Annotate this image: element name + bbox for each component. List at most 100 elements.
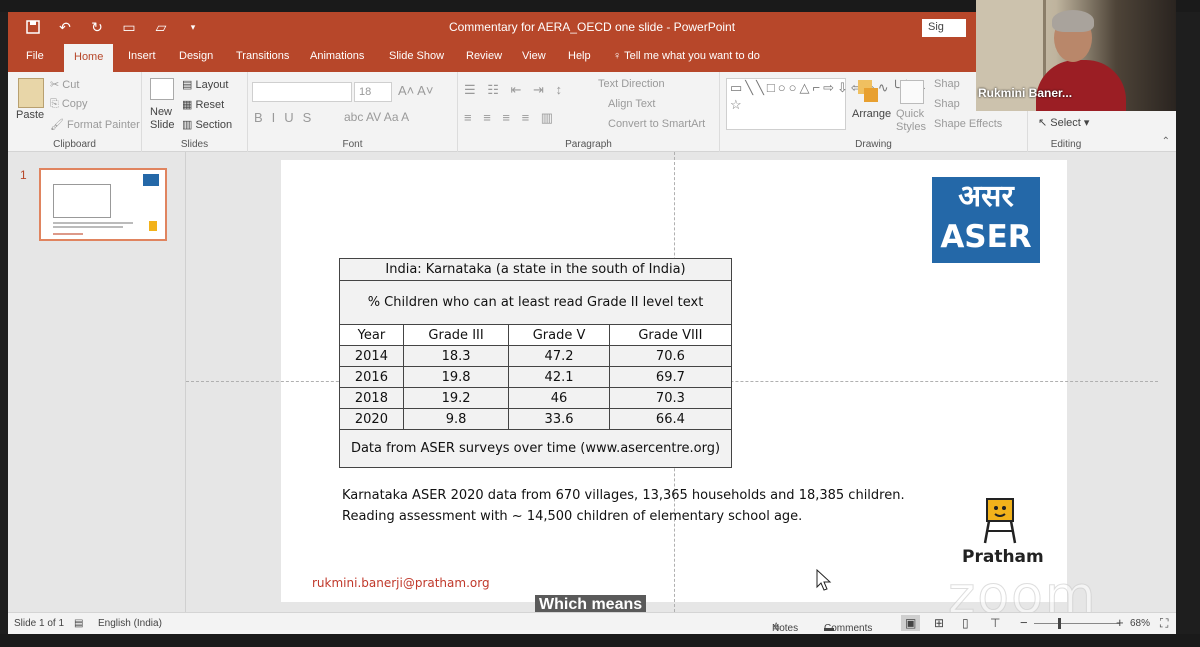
table-row: 2018 19.2 46 70.3 [339, 387, 733, 409]
table-cell: 42.1 [508, 366, 610, 388]
lightbulb-icon: ♀ [613, 50, 625, 62]
copy-icon: ⎘ [50, 98, 62, 110]
thumbnail-table [53, 184, 111, 218]
participant-video[interactable]: Rukmini Baner... [976, 0, 1176, 111]
align-text-button[interactable]: Align Text [608, 98, 656, 110]
table-cell: 47.2 [508, 345, 610, 367]
brush-icon: 🖌 [50, 119, 68, 131]
thumbnail-text-line [53, 226, 123, 228]
text-direction-button[interactable]: Text Direction [598, 78, 665, 90]
thumbnail-text-line [53, 233, 83, 235]
slide-thumbnail[interactable] [39, 168, 167, 241]
tab-view[interactable]: View [522, 50, 546, 62]
aser-logo-hindi: असर [958, 179, 1014, 214]
new-slide-icon[interactable] [150, 78, 174, 100]
spellcheck-icon[interactable]: ▤ [74, 618, 83, 629]
zoom-slider[interactable] [1034, 623, 1120, 624]
tab-animations[interactable]: Animations [310, 50, 364, 62]
layout-icon: ▤ [182, 79, 196, 91]
notes-label: Notes [772, 623, 799, 634]
tab-insert[interactable]: Insert [128, 50, 156, 62]
signin-button[interactable]: Sig [922, 19, 966, 37]
table-header-cell: Year [339, 324, 404, 346]
paste-icon[interactable] [18, 78, 44, 108]
paste-button[interactable]: Paste [16, 109, 44, 121]
font-style-buttons[interactable]: BIUS [254, 110, 320, 125]
shapes-gallery[interactable]: ▭╲╲□○○△⌐⇨⇩⇦◇∿╰╯{}☆ [726, 78, 925, 130]
tab-home[interactable]: Home [64, 44, 114, 72]
arrange-button[interactable]: Arrange [852, 108, 891, 120]
copy-button[interactable]: ⎘ Copy [50, 98, 88, 111]
table-cell: 2014 [339, 345, 404, 367]
font-name-field[interactable] [252, 82, 352, 102]
data-table[interactable]: India: Karnataka (a state in the south o… [339, 258, 733, 468]
table-header-cell: Grade V [508, 324, 610, 346]
slide-sorter-icon[interactable]: ⊞ [934, 616, 944, 630]
fit-slide-icon[interactable]: ⛶ [1160, 616, 1168, 631]
tab-transitions[interactable]: Transitions [236, 50, 289, 62]
slideshow-view-icon[interactable]: ⊤ [990, 616, 1000, 630]
table-cell: 46 [508, 387, 610, 409]
chevron-down-icon: ▾ [1080, 117, 1090, 129]
format-painter-button[interactable]: 🖌 Format Painter [50, 118, 140, 131]
tab-file[interactable]: File [26, 50, 44, 62]
table-row: 2020 9.8 33.6 66.4 [339, 408, 733, 430]
zoom-slider-thumb[interactable] [1058, 618, 1061, 629]
layout-button[interactable]: ▤ Layout [182, 78, 228, 91]
grow-font-icon[interactable]: A˄ A˅ [398, 83, 433, 98]
language-indicator[interactable]: English (India) [98, 618, 162, 629]
normal-view-icon[interactable]: ▣ [901, 615, 921, 631]
align-icons[interactable]: ≡ ≡ ≡ ≡ ▥ [464, 110, 557, 126]
scissors-icon: ✂ [50, 79, 63, 91]
comments-label: Comments [824, 623, 873, 634]
zoom-out-icon[interactable]: − [1020, 615, 1028, 630]
zoom-in-icon[interactable]: + [1116, 615, 1124, 630]
paragraph-group: ☰ ☷ ⇤ ⇥ ↕ ≡ ≡ ≡ ≡ ▥ Text Direction Align… [458, 72, 720, 152]
format-painter-label: Format Painter [67, 119, 140, 131]
clipboard-group: Paste ✂ Cut ⎘ Copy 🖌 Format Painter Clip… [8, 72, 142, 152]
tab-help[interactable]: Help [568, 50, 591, 62]
section-button[interactable]: ▥ Section [182, 118, 232, 131]
cut-label: Cut [62, 79, 80, 91]
table-cell: 2020 [339, 408, 404, 430]
quick-styles-icon[interactable] [900, 80, 924, 104]
thumbnail-number: 1 [20, 168, 27, 182]
cut-button[interactable]: ✂ Cut [50, 78, 79, 91]
clipboard-group-label: Clipboard [53, 139, 96, 150]
character-spacing-icon[interactable]: abc AV Aa A [344, 110, 409, 124]
table-cell: 70.6 [608, 345, 733, 367]
convert-smartart-button[interactable]: Convert to SmartArt [608, 118, 705, 130]
font-size-field[interactable]: 18 [354, 82, 392, 102]
table-cell: 2016 [339, 366, 404, 388]
slide-count: Slide 1 of 1 [14, 618, 65, 629]
reset-button[interactable]: ▦ Reset [182, 98, 224, 111]
new-slide-button[interactable]: New Slide [150, 106, 174, 132]
table-row: 2014 18.3 47.2 70.6 [339, 345, 733, 367]
quick-styles-button[interactable]: Quick Styles [896, 108, 926, 134]
select-label: Select [1050, 117, 1081, 129]
tell-me-label: Tell me what you want to do [624, 50, 760, 62]
font-group-label: Font [342, 139, 363, 150]
tab-slide-show[interactable]: Slide Show [389, 50, 444, 62]
pratham-logo-text: Pratham [962, 547, 1044, 567]
zoom-level[interactable]: 68% [1130, 618, 1150, 629]
shape-fill-button[interactable]: Shap [934, 78, 960, 90]
select-button[interactable]: ↖ Select ▾ [1038, 116, 1089, 129]
drawing-group-label: Drawing [855, 139, 892, 150]
table-cell: 70.3 [608, 387, 733, 409]
shape-effects-button[interactable]: Shape Effects [934, 118, 1002, 130]
reading-view-icon[interactable]: ▯ [962, 616, 969, 630]
section-label: Section [195, 119, 233, 131]
collapse-ribbon-icon[interactable]: ⌃ [1162, 136, 1170, 147]
tell-me-search[interactable]: ♀ Tell me what you want to do [613, 50, 760, 62]
table-cell: 9.8 [402, 408, 510, 430]
shape-outline-button[interactable]: Shap [934, 98, 960, 110]
tab-review[interactable]: Review [466, 50, 502, 62]
copy-label: Copy [61, 98, 88, 110]
reset-icon: ▦ [182, 99, 196, 111]
tab-design[interactable]: Design [179, 50, 213, 62]
table-cell: 33.6 [508, 408, 610, 430]
bullets-icon[interactable]: ☰ ☷ ⇤ ⇥ ↕ [464, 82, 566, 98]
font-size-value: 18 [359, 86, 372, 98]
arrange-icon[interactable] [854, 78, 882, 106]
